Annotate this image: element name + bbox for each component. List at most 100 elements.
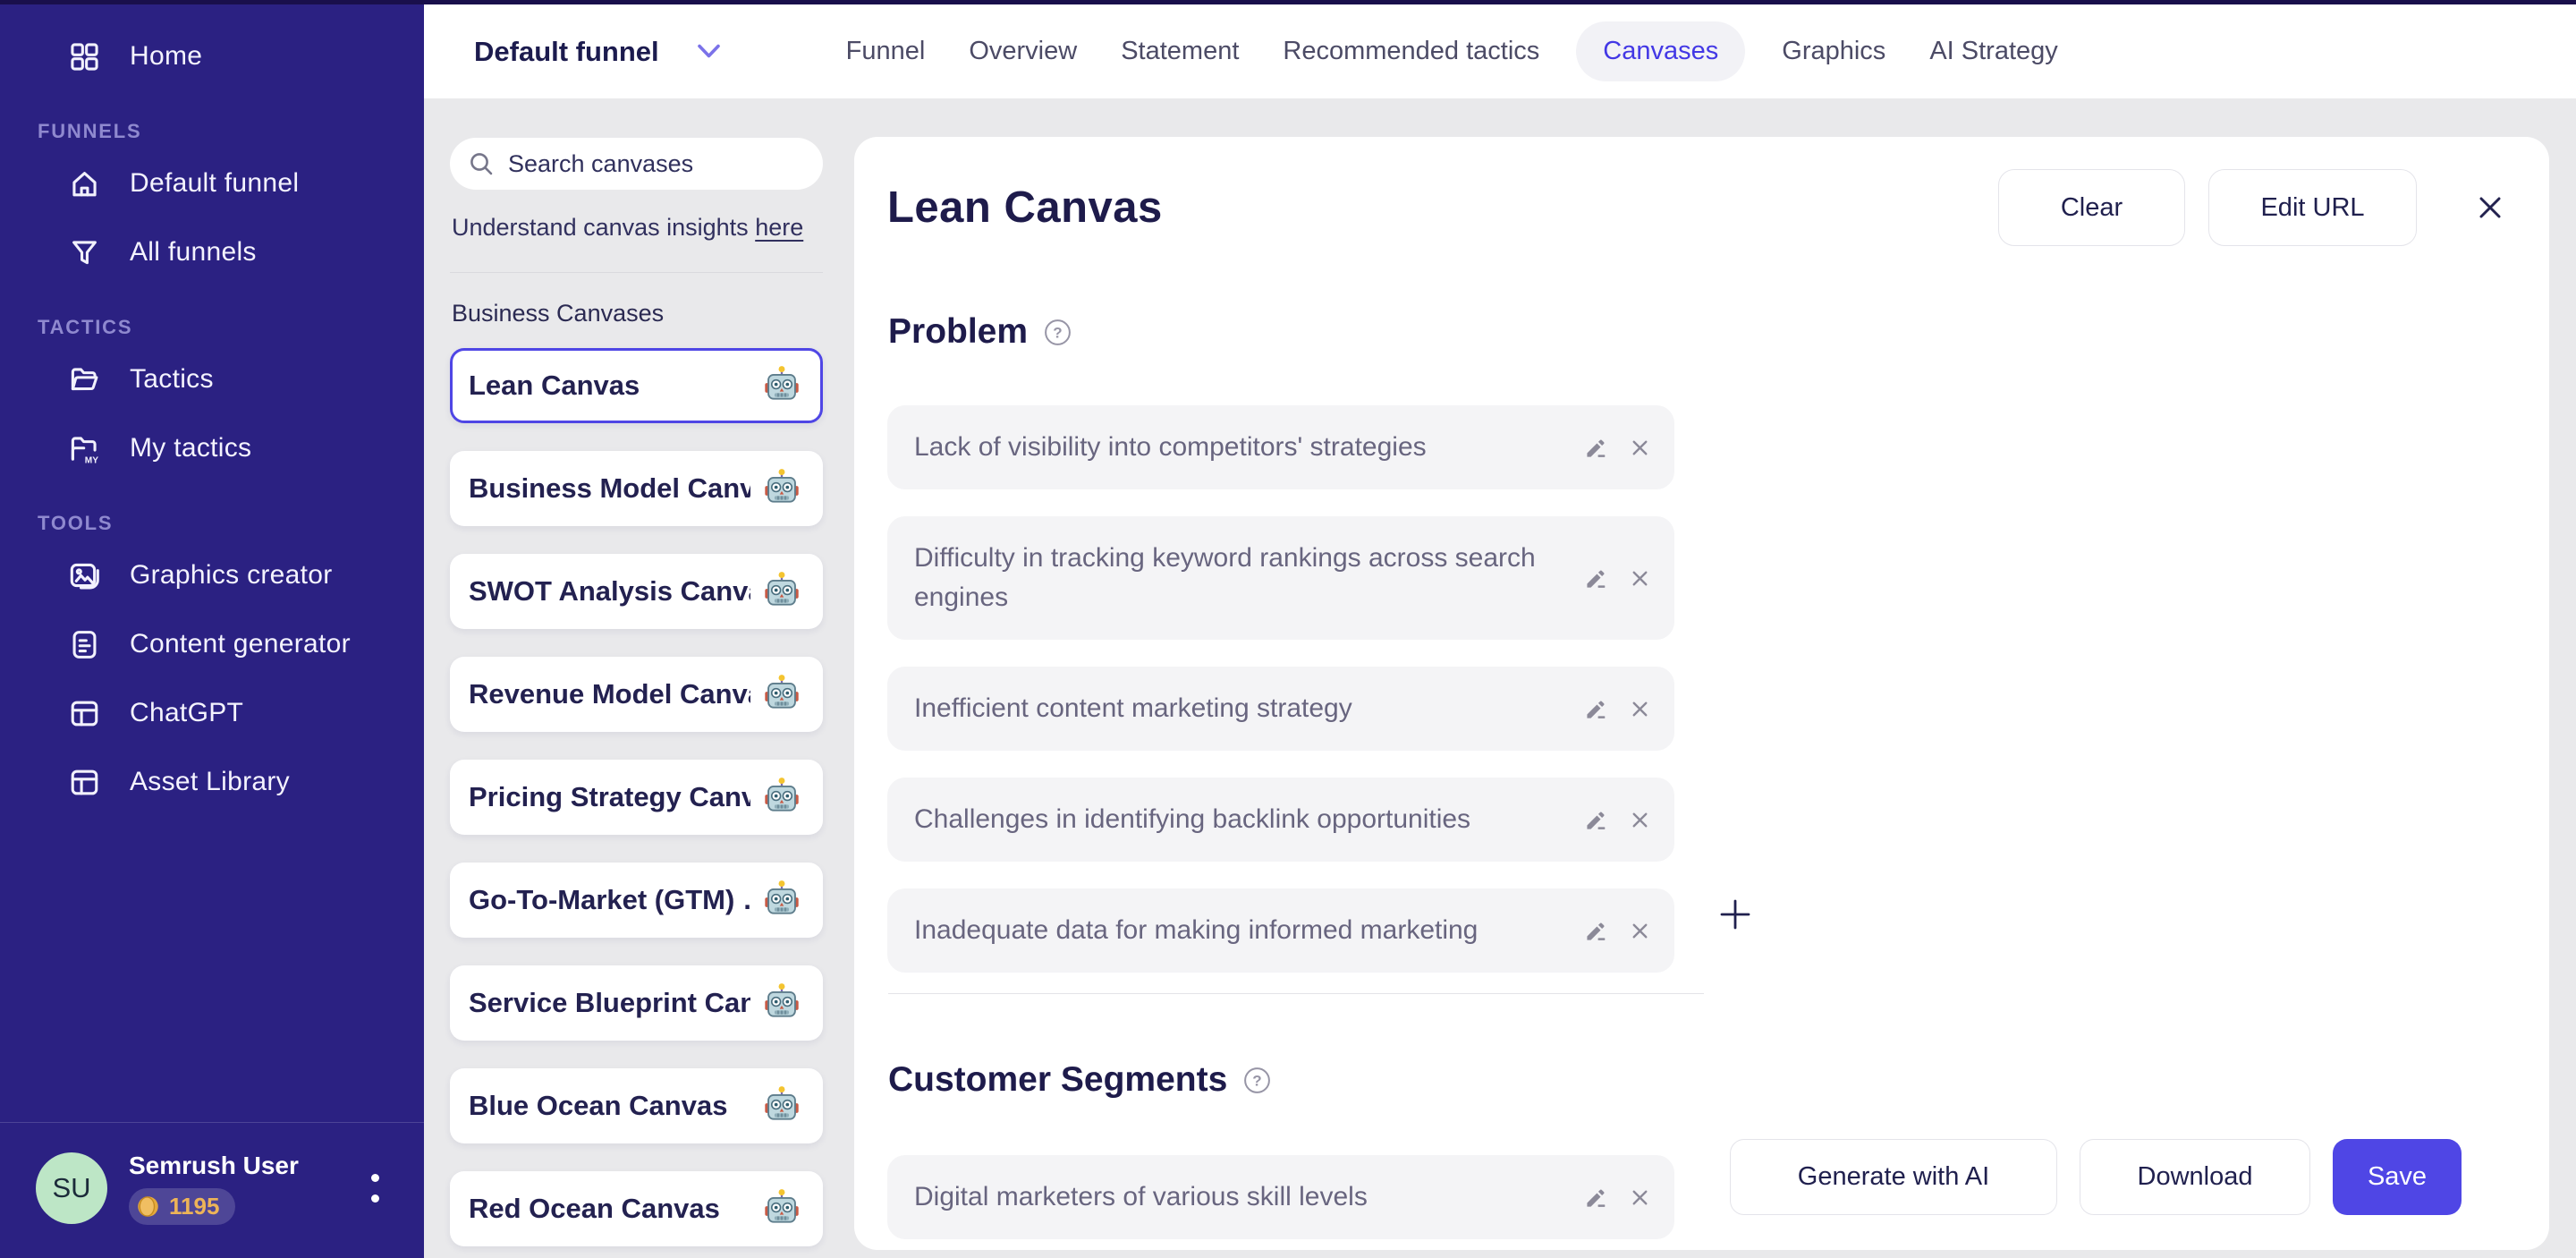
canvas-panel: Lean Canvas Clear Edit URL Problem ? Lac… [854, 137, 2549, 1250]
entry-text: Digital marketers of various skill level… [914, 1182, 1368, 1211]
topbar-tab[interactable]: Overview [969, 37, 1077, 66]
add-entry-button[interactable] [1715, 894, 1756, 935]
remove-icon[interactable] [1629, 809, 1651, 831]
edit-url-button[interactable]: Edit URL [2208, 169, 2417, 246]
sidebar-section-tools: TOOLS [38, 512, 114, 534]
image-icon [70, 563, 99, 589]
search-icon [470, 153, 493, 175]
canvas-card[interactable]: Red Ocean Canvas [450, 1171, 823, 1246]
save-button[interactable]: Save [2333, 1139, 2462, 1215]
edit-icon[interactable] [1582, 695, 1610, 723]
canvas-card[interactable]: SWOT Analysis Canvas [450, 554, 823, 629]
generate-with-ai-button[interactable]: Generate with AI [1730, 1139, 2057, 1215]
sidebar-item-chatgpt[interactable]: ChatGPT [0, 685, 424, 741]
robot-icon [765, 880, 799, 914]
edit-icon[interactable] [1582, 434, 1610, 462]
robot-icon [765, 1086, 799, 1120]
coin-icon [138, 1195, 158, 1217]
sidebar-item-asset-library[interactable]: Asset Library [0, 754, 424, 810]
document-icon [72, 630, 97, 659]
remove-icon[interactable] [1629, 1186, 1651, 1209]
sidebar-item-graphics-creator[interactable]: Graphics creator [0, 548, 424, 603]
window-icon [71, 769, 98, 795]
sidebar-item-label: My tactics [130, 433, 252, 463]
question-circle-icon[interactable]: ? [1044, 319, 1072, 346]
edit-icon[interactable] [1582, 565, 1610, 592]
sidebar-item-label: Graphics creator [130, 560, 333, 590]
entry-text: Inefficient content marketing strategy [914, 693, 1352, 723]
page-title: Lean Canvas [887, 183, 1163, 232]
sidebar-item-my-tactics[interactable]: MY My tactics [0, 421, 424, 476]
sidebar-item-default-funnel[interactable]: Default funnel [0, 156, 424, 211]
sidebar-item-label: Default funnel [130, 168, 300, 198]
sidebar-item-label: ChatGPT [130, 698, 244, 727]
sidebar-item-label: Asset Library [130, 767, 290, 796]
edit-icon[interactable] [1582, 806, 1610, 834]
avatar[interactable]: SU [36, 1152, 107, 1224]
remove-icon[interactable] [1629, 920, 1651, 942]
edit-icon[interactable] [1582, 917, 1610, 945]
chevron-down-icon [697, 44, 720, 58]
close-icon[interactable] [2474, 191, 2506, 224]
topbar-tab[interactable]: AI Strategy [1929, 37, 2057, 66]
plus-icon [1720, 899, 1750, 930]
sidebar-item-label: Tactics [130, 364, 214, 394]
insights-note: Understand canvas insights here [452, 214, 823, 242]
remove-icon[interactable] [1629, 567, 1651, 590]
topbar-tab[interactable]: Recommended tactics [1283, 37, 1539, 66]
search-input[interactable] [508, 149, 805, 178]
canvas-card-label: Business Model Canvas [469, 472, 750, 504]
panel-footer: Generate with AI Download Save [1730, 1139, 2462, 1215]
canvas-card-label: Pricing Strategy Canv… [469, 781, 750, 812]
canvas-card-label: Revenue Model Canvas [469, 678, 750, 710]
question-circle-icon[interactable]: ? [1243, 1067, 1271, 1094]
canvas-card[interactable]: Service Blueprint Can… [450, 965, 823, 1041]
canvas-entry: Lack of visibility into competitors' str… [887, 405, 1674, 489]
download-button[interactable]: Download [2080, 1139, 2310, 1215]
canvas-card[interactable]: Business Model Canvas [450, 451, 823, 526]
entry-text: Challenges in identifying backlink oppor… [914, 804, 1471, 834]
insights-link[interactable]: here [755, 214, 803, 241]
sidebar-item-home[interactable]: Home [0, 29, 424, 84]
canvas-list: Lean Canvas Business Model Canvas [450, 348, 823, 1246]
user-name: Semrush User [129, 1151, 299, 1179]
coins-badge[interactable]: 1195 [129, 1187, 236, 1225]
problem-entries: Lack of visibility into competitors' str… [887, 405, 1674, 973]
topbar-tab[interactable]: Canvases [1576, 21, 1746, 81]
canvas-card[interactable]: Lean Canvas [450, 348, 823, 423]
section-title: Problem [888, 312, 1029, 351]
remove-icon[interactable] [1629, 437, 1651, 459]
robot-icon [765, 778, 799, 812]
topbar-tab[interactable]: Graphics [1782, 37, 1885, 66]
topbar-tab[interactable]: Funnel [846, 37, 926, 66]
svg-text:MY: MY [85, 455, 98, 464]
content-area: Understand canvas insights here Business… [424, 98, 2576, 1258]
clear-button[interactable]: Clear [1998, 169, 2185, 246]
canvas-card[interactable]: Pricing Strategy Canv… [450, 760, 823, 835]
canvas-card[interactable]: Blue Ocean Canvas [450, 1068, 823, 1143]
robot-icon [765, 469, 799, 503]
sidebar-item-label: Home [130, 41, 203, 71]
grid-icon [71, 42, 98, 71]
sidebar-item-all-funnels[interactable]: All funnels [0, 225, 424, 280]
sidebar-item-content-generator[interactable]: Content generator [0, 616, 424, 672]
app-sidebar: Home FUNNELS Default funnel All funnels … [0, 0, 424, 1258]
divider [888, 993, 1704, 994]
topbar-tab[interactable]: Statement [1121, 37, 1239, 66]
sidebar-item-tactics[interactable]: Tactics [0, 352, 424, 407]
edit-icon[interactable] [1582, 1184, 1610, 1211]
house-icon [72, 171, 97, 196]
user-menu-icon[interactable] [364, 1167, 386, 1210]
sidebar-user-area: SU Semrush User 1195 [0, 1122, 424, 1258]
canvas-card[interactable]: Go-To-Market (GTM) … [450, 863, 823, 938]
search-box [450, 138, 823, 190]
folder-my-icon: MY [71, 436, 98, 465]
canvas-card[interactable]: Revenue Model Canvas [450, 657, 823, 732]
coins-count: 1195 [169, 1192, 220, 1220]
funnel-icon [72, 240, 97, 264]
funnel-selector[interactable]: Default funnel [474, 36, 721, 68]
topbar: Default funnel Funnel Overview Statement Re… [424, 4, 2576, 98]
robot-icon [765, 675, 799, 709]
canvas-card-label: Service Blueprint Can… [469, 987, 750, 1018]
remove-icon[interactable] [1629, 698, 1651, 720]
